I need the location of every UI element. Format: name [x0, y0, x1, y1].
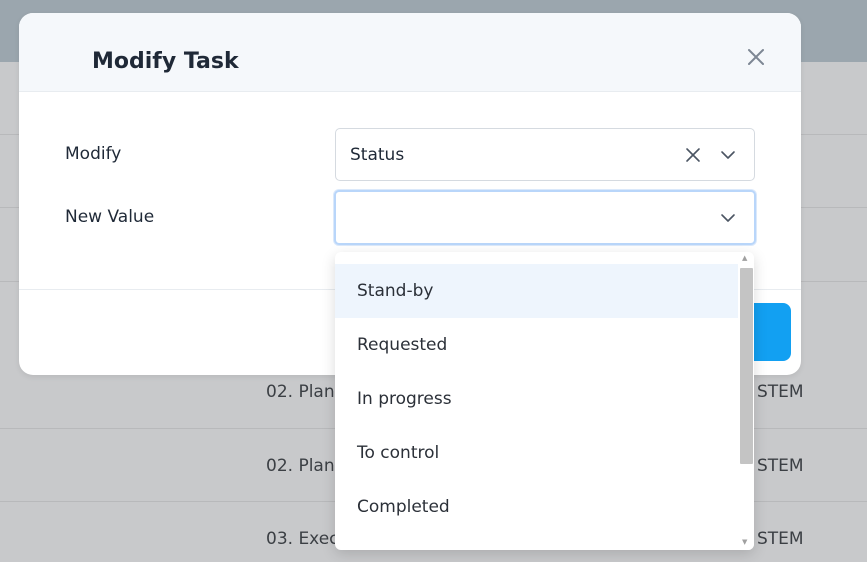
close-button[interactable] — [743, 44, 769, 70]
option-in-progress[interactable]: In progress — [335, 372, 738, 426]
modal-title: Modify Task — [92, 49, 239, 74]
chevron-down-icon — [721, 214, 735, 222]
chevron-down-icon — [721, 151, 735, 159]
background-row-system: STEM — [757, 529, 804, 549]
background-row-phase: 03. Exec — [266, 529, 339, 549]
new-value-label: New Value — [65, 207, 155, 227]
background-row-system: STEM — [757, 382, 804, 402]
option-label: Stand-by — [357, 281, 434, 301]
close-icon — [748, 49, 764, 65]
modify-dropdown-toggle[interactable] — [719, 146, 737, 164]
clear-icon — [686, 148, 700, 162]
scroll-down-icon[interactable]: ▼ — [742, 538, 747, 546]
new-value-options-menu: Stand-by Requested In progress To contro… — [335, 252, 754, 550]
option-completed[interactable]: Completed — [335, 480, 738, 534]
option-to-control[interactable]: To control — [335, 426, 738, 480]
modify-select-value: Status — [350, 145, 405, 165]
scroll-up-icon[interactable]: ▲ — [742, 254, 747, 262]
new-value-select[interactable] — [334, 190, 756, 245]
clear-selection-button[interactable] — [684, 146, 702, 164]
background-row-system: STEM — [757, 456, 804, 476]
modify-select[interactable]: Status — [335, 128, 755, 181]
modify-label: Modify — [65, 144, 122, 164]
option-label: To control — [357, 443, 440, 463]
new-value-dropdown-toggle[interactable] — [719, 209, 737, 227]
option-stand-by[interactable]: Stand-by — [335, 264, 738, 318]
option-label: Requested — [357, 335, 448, 355]
menu-scrollbar-thumb[interactable] — [740, 268, 753, 464]
background-row-phase: 02. Plan — [266, 456, 335, 476]
background-row-phase: 02. Plan — [266, 382, 335, 402]
option-label: In progress — [357, 389, 452, 409]
option-label: Completed — [357, 497, 450, 517]
option-requested[interactable]: Requested — [335, 318, 738, 372]
modal-header: Modify Task — [19, 13, 801, 92]
